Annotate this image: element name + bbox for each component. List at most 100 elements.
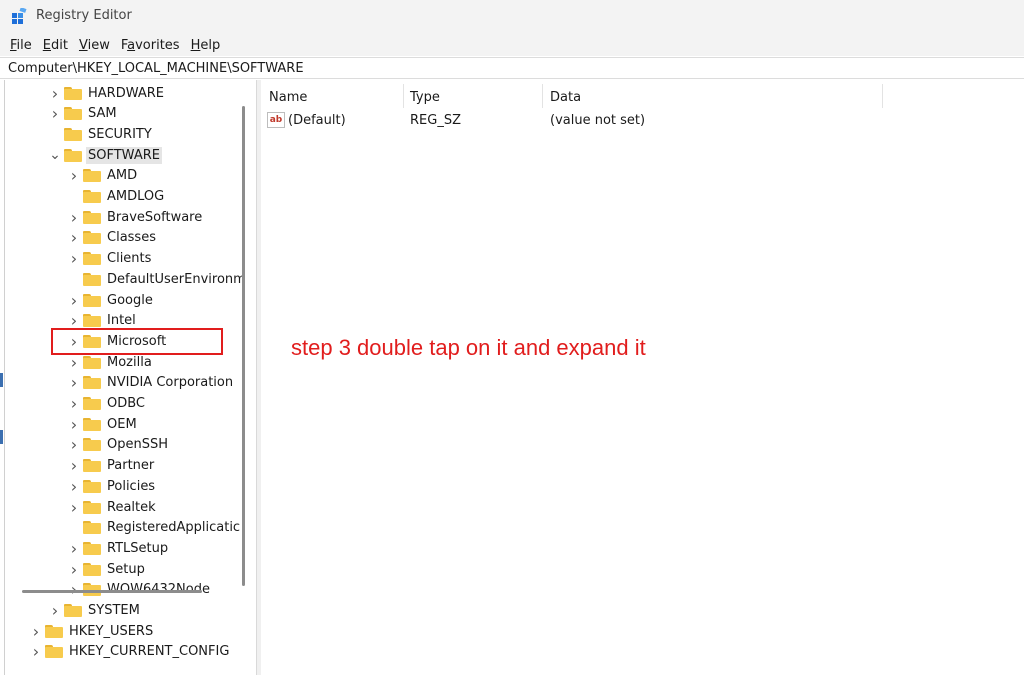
tree-item-rtlsetup[interactable]: › RTLSetup	[68, 538, 170, 558]
chevron-right-icon[interactable]: ›	[68, 559, 80, 579]
tree-item-odbc[interactable]: › ODBC	[68, 394, 147, 414]
value-row[interactable]: ab (Default)	[267, 110, 346, 130]
column-header-name[interactable]: Name	[261, 86, 401, 108]
tree-item-setup[interactable]: › Setup	[68, 559, 147, 579]
tree-item-label: OpenSSH	[107, 437, 169, 453]
chevron-right-icon[interactable]: ›	[68, 249, 80, 269]
folder-icon	[83, 169, 101, 183]
tree-item-realtek[interactable]: › Realtek	[68, 497, 158, 517]
tree-item-label: NVIDIA Corporation	[107, 375, 234, 391]
chevron-down-icon[interactable]: ⌄	[49, 145, 61, 165]
folder-icon	[83, 252, 101, 266]
folder-icon	[83, 438, 101, 452]
tree-item-amdlog[interactable]: AMDLOG	[68, 187, 166, 207]
tree-item-partner[interactable]: › Partner	[68, 456, 156, 476]
chevron-right-icon[interactable]: ›	[30, 642, 42, 662]
tree-item-classes[interactable]: › Classes	[68, 228, 158, 248]
tree-item-hardware[interactable]: › HARDWARE	[49, 83, 166, 103]
chevron-right-icon[interactable]: ›	[68, 352, 80, 372]
tree-item-oem[interactable]: › OEM	[68, 414, 139, 434]
chevron-right-icon[interactable]: ›	[49, 104, 61, 124]
address-bar[interactable]: Computer\HKEY_LOCAL_MACHINE\SOFTWARE	[0, 57, 1024, 79]
folder-icon	[83, 479, 101, 493]
column-header-type[interactable]: Type	[402, 86, 542, 108]
chevron-right-icon[interactable]: ›	[68, 166, 80, 186]
address-path[interactable]: Computer\HKEY_LOCAL_MACHINE\SOFTWARE	[8, 61, 304, 76]
folder-icon	[83, 541, 101, 555]
chevron-right-icon[interactable]: ›	[68, 414, 80, 434]
tree-item-label: HKEY_CURRENT_CONFIG	[69, 644, 230, 660]
tree-item-defaultuserenvironm[interactable]: DefaultUserEnvironm	[68, 269, 248, 289]
chevron-right-icon[interactable]: ›	[68, 456, 80, 476]
chevron-right-icon[interactable]: ›	[49, 83, 61, 103]
title-bar: Registry Editor	[0, 0, 1024, 34]
tree-item-registeredapplicatic[interactable]: RegisteredApplicatic	[68, 518, 242, 538]
folder-icon	[83, 210, 101, 224]
column-header-data[interactable]: Data	[542, 86, 882, 108]
folder-icon	[83, 459, 101, 473]
values-list[interactable]: Name Type Data ab (Default) REG_SZ (valu…	[261, 80, 1024, 675]
value-name: (Default)	[288, 112, 346, 128]
value-data: (value not set)	[550, 112, 646, 128]
folder-icon	[45, 624, 63, 638]
folder-icon	[64, 148, 82, 162]
tree-item-label: BraveSoftware	[107, 209, 203, 225]
chevron-right-icon[interactable]: ›	[49, 601, 61, 621]
chevron-right-icon[interactable]: ›	[68, 538, 80, 558]
menu-edit[interactable]: Edit	[38, 38, 74, 53]
tree-item-label: Clients	[107, 251, 152, 267]
tree-item-policies[interactable]: › Policies	[68, 476, 157, 496]
tree-vertical-scrollbar[interactable]	[242, 106, 245, 586]
menu-help[interactable]: Help	[186, 38, 227, 53]
menu-favorites[interactable]: Favorites	[116, 38, 186, 53]
folder-icon	[83, 397, 101, 410]
window-edge-marker	[0, 373, 3, 387]
folder-icon	[83, 314, 101, 328]
registry-tree[interactable]: › HARDWARE › SAM SECURITY ⌄ SOFTWARE › AMD AMDLOG…	[0, 80, 255, 675]
tree-item-label: RegisteredApplicatic	[107, 520, 241, 536]
tree-item-label: Realtek	[107, 499, 156, 515]
tree-item-system[interactable]: › SYSTEM	[49, 601, 142, 621]
tree-item-bravesoftware[interactable]: › BraveSoftware	[68, 207, 204, 227]
chevron-right-icon[interactable]: ›	[30, 621, 42, 641]
chevron-right-icon[interactable]: ›	[68, 435, 80, 455]
tree-item-label: SYSTEM	[88, 603, 140, 618]
folder-icon	[64, 127, 82, 141]
tree-item-clients[interactable]: › Clients	[68, 249, 153, 269]
column-separator[interactable]	[882, 84, 883, 108]
menu-view[interactable]: View	[74, 38, 116, 53]
folder-icon	[83, 376, 101, 390]
string-value-icon: ab	[267, 112, 285, 128]
chevron-right-icon[interactable]: ›	[68, 476, 80, 496]
tree-left-border	[4, 80, 5, 675]
tree-item-security[interactable]: SECURITY	[49, 124, 154, 144]
chevron-right-icon[interactable]: ›	[68, 290, 80, 310]
folder-icon	[83, 500, 101, 514]
tree-item-sam[interactable]: › SAM	[49, 104, 119, 124]
menu-file[interactable]: File	[0, 38, 38, 53]
tree-item-hkey-users[interactable]: › HKEY_USERS	[30, 621, 155, 641]
folder-icon	[45, 645, 63, 659]
tree-item-hkey-current-config[interactable]: › HKEY_CURRENT_CONFIG	[30, 642, 231, 662]
tree-item-label: SAM	[88, 106, 117, 122]
tree-item-nvidia-corporation[interactable]: › NVIDIA Corporation	[68, 373, 235, 393]
chevron-right-icon[interactable]: ›	[68, 373, 80, 393]
chevron-right-icon[interactable]: ›	[68, 497, 80, 517]
tree-item-mozilla[interactable]: › Mozilla	[68, 352, 154, 372]
tree-item-label: DefaultUserEnvironm	[107, 271, 246, 287]
chevron-right-icon[interactable]: ›	[68, 394, 80, 414]
tree-item-openssh[interactable]: › OpenSSH	[68, 435, 170, 455]
chevron-right-icon[interactable]: ›	[68, 228, 80, 248]
tree-item-amd[interactable]: › AMD	[68, 166, 139, 186]
tree-item-software[interactable]: ⌄ SOFTWARE	[49, 145, 162, 165]
folder-icon	[83, 231, 101, 245]
tree-horizontal-scrollbar[interactable]	[22, 590, 202, 593]
tree-item-google[interactable]: › Google	[68, 290, 155, 310]
chevron-right-icon[interactable]: ›	[68, 207, 80, 227]
registry-editor-icon	[12, 8, 27, 24]
tree-item-label: Classes	[107, 230, 156, 246]
